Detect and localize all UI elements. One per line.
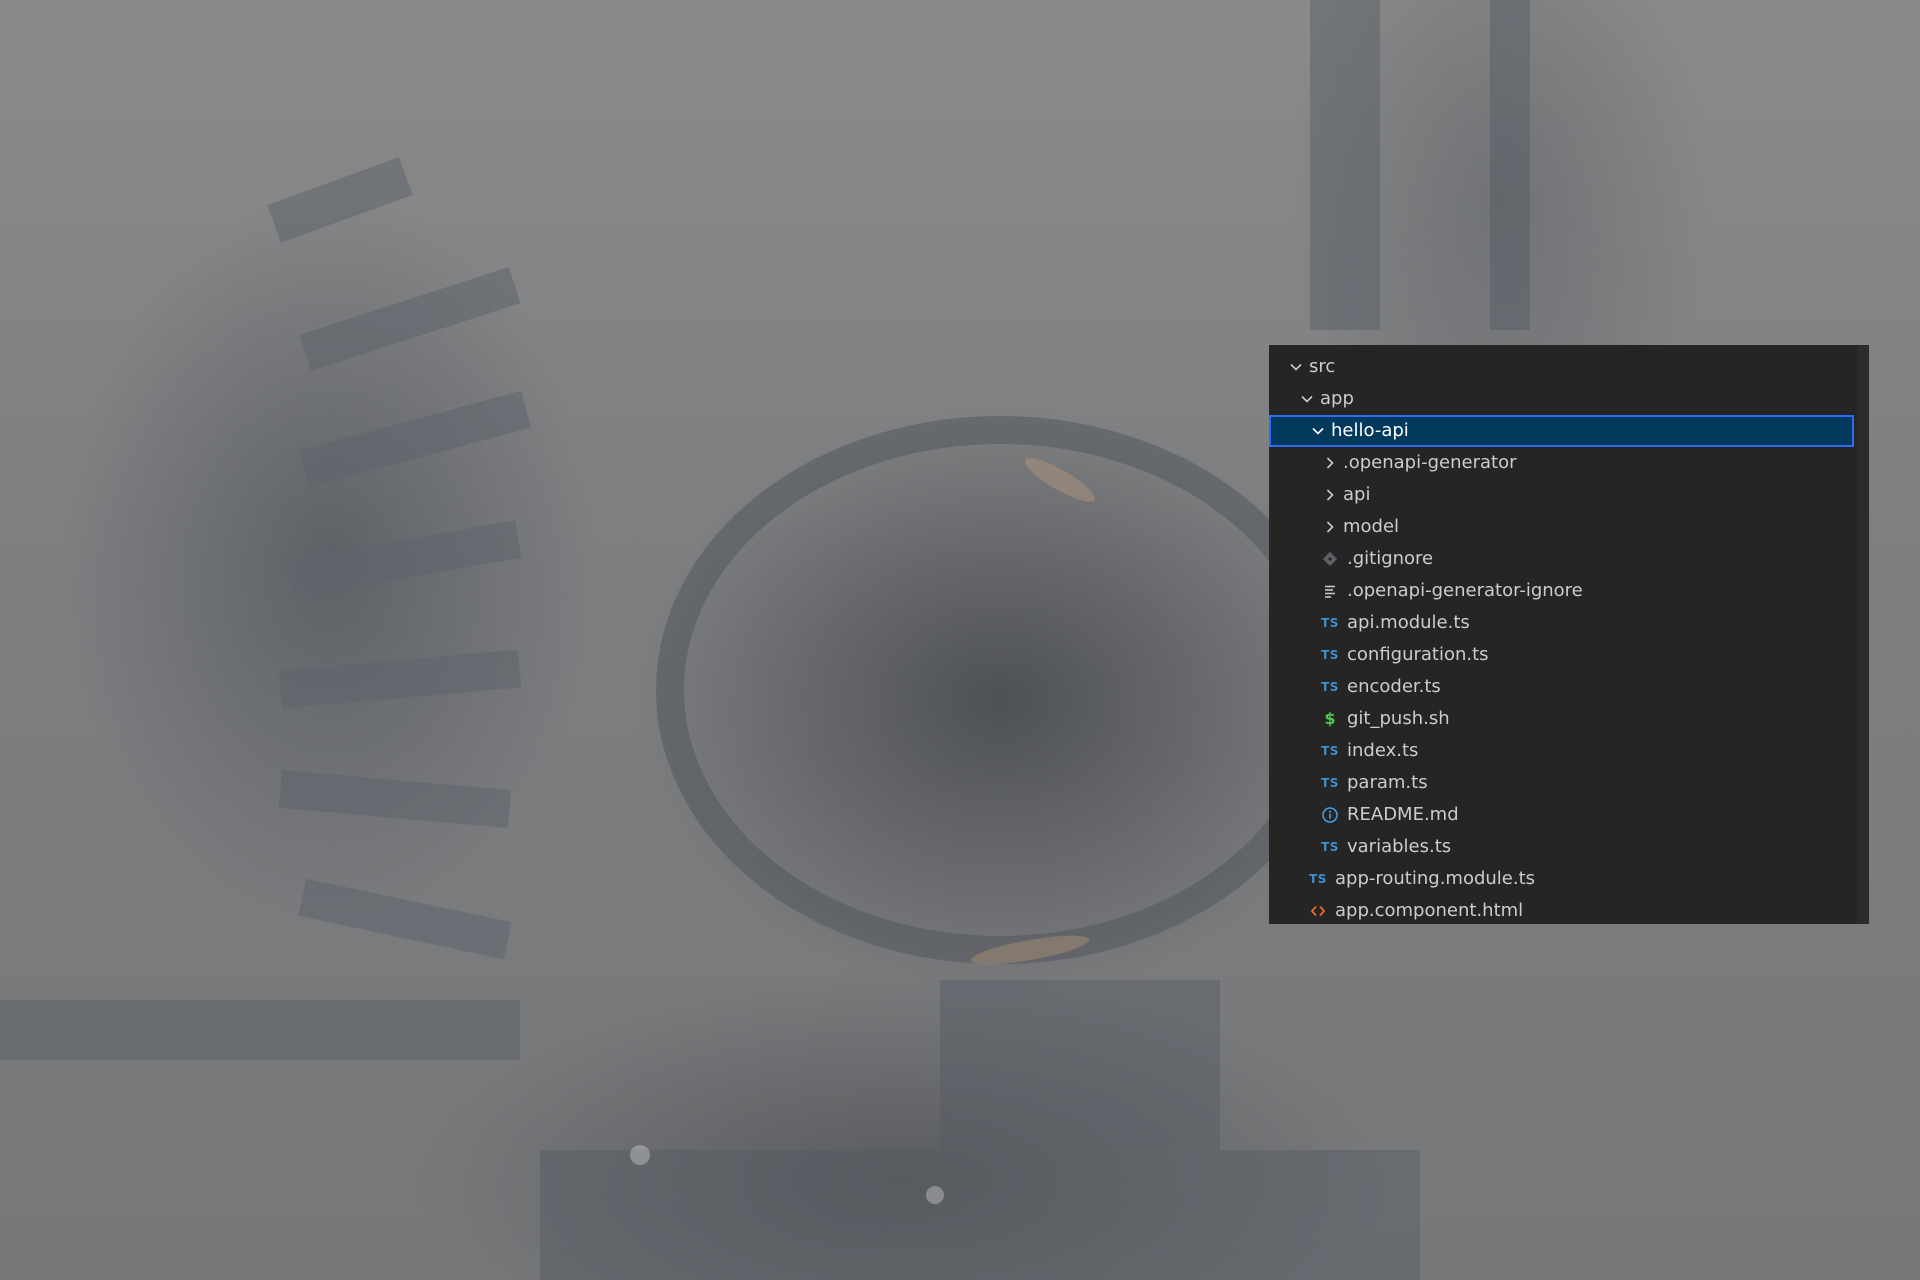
- tree-item-label: .openapi-generator-ignore: [1347, 580, 1583, 601]
- typescript-icon: TS: [1321, 616, 1339, 630]
- typescript-icon: TS: [1321, 840, 1339, 854]
- tree-folder-app[interactable]: app: [1269, 383, 1854, 415]
- tree-item-label: encoder.ts: [1347, 676, 1441, 697]
- tree-file-variables-ts[interactable]: TS variables.ts: [1269, 831, 1854, 863]
- tree-file-configuration-ts[interactable]: TS configuration.ts: [1269, 639, 1854, 671]
- scrollbar-track[interactable]: [1857, 345, 1869, 924]
- tree-item-label: .openapi-generator: [1343, 452, 1517, 473]
- tree-item-label: api.module.ts: [1347, 612, 1470, 633]
- typescript-icon: TS: [1321, 680, 1339, 694]
- tree-folder-hello-api[interactable]: hello-api: [1269, 415, 1854, 447]
- tree-folder-src[interactable]: src: [1269, 351, 1854, 383]
- chevron-right-icon: [1319, 452, 1341, 474]
- tree-file-encoder-ts[interactable]: TS encoder.ts: [1269, 671, 1854, 703]
- typescript-icon: TS: [1321, 776, 1339, 790]
- chevron-right-icon: [1319, 516, 1341, 538]
- html-icon: [1307, 900, 1329, 922]
- tree-folder-model[interactable]: model: [1269, 511, 1854, 543]
- tree-item-label: configuration.ts: [1347, 644, 1489, 665]
- lines-file-icon: [1319, 580, 1341, 602]
- tree-item-label: app-routing.module.ts: [1335, 868, 1536, 889]
- tree-file-readme-md[interactable]: README.md: [1269, 799, 1854, 831]
- typescript-icon: TS: [1321, 648, 1339, 662]
- chevron-down-icon: [1296, 388, 1318, 410]
- shell-icon: $: [1324, 709, 1336, 728]
- tree-file-git-push-sh[interactable]: $ git_push.sh: [1269, 703, 1854, 735]
- tree-item-label: model: [1343, 516, 1400, 537]
- tree-folder-openapi-generator[interactable]: .openapi-generator: [1269, 447, 1854, 479]
- chevron-down-icon: [1307, 420, 1329, 442]
- tree-file-openapi-generator-ignore[interactable]: .openapi-generator-ignore: [1269, 575, 1854, 607]
- chevron-right-icon: [1319, 484, 1341, 506]
- git-icon: [1319, 548, 1341, 570]
- tree-item-label: app: [1320, 388, 1354, 409]
- tree-item-label: git_push.sh: [1347, 708, 1450, 729]
- info-icon: [1319, 804, 1341, 826]
- tree-item-label: index.ts: [1347, 740, 1419, 761]
- typescript-icon: TS: [1309, 872, 1327, 886]
- tree-file-app-component-html[interactable]: app.component.html: [1269, 895, 1854, 927]
- tree-item-label: app.component.html: [1335, 900, 1524, 921]
- tree-file-param-ts[interactable]: TS param.ts: [1269, 767, 1854, 799]
- tree-folder-api[interactable]: api: [1269, 479, 1854, 511]
- tree-item-label: param.ts: [1347, 772, 1428, 793]
- tree-item-label: api: [1343, 484, 1371, 505]
- tree-item-label: hello-api: [1331, 420, 1409, 441]
- tree-file-app-routing-module-ts[interactable]: TS app-routing.module.ts: [1269, 863, 1854, 895]
- typescript-icon: TS: [1321, 744, 1339, 758]
- tree-file-gitignore[interactable]: .gitignore: [1269, 543, 1854, 575]
- tree-item-label: src: [1309, 356, 1336, 377]
- tree-item-label: variables.ts: [1347, 836, 1452, 857]
- chevron-down-icon: [1285, 356, 1307, 378]
- tree-file-index-ts[interactable]: TS index.ts: [1269, 735, 1854, 767]
- file-explorer-panel: src app hello-api .openapi-generator api…: [1269, 345, 1869, 924]
- tree-item-label: .gitignore: [1347, 548, 1434, 569]
- tree-item-label: README.md: [1347, 804, 1459, 825]
- tree-file-api-module-ts[interactable]: TS api.module.ts: [1269, 607, 1854, 639]
